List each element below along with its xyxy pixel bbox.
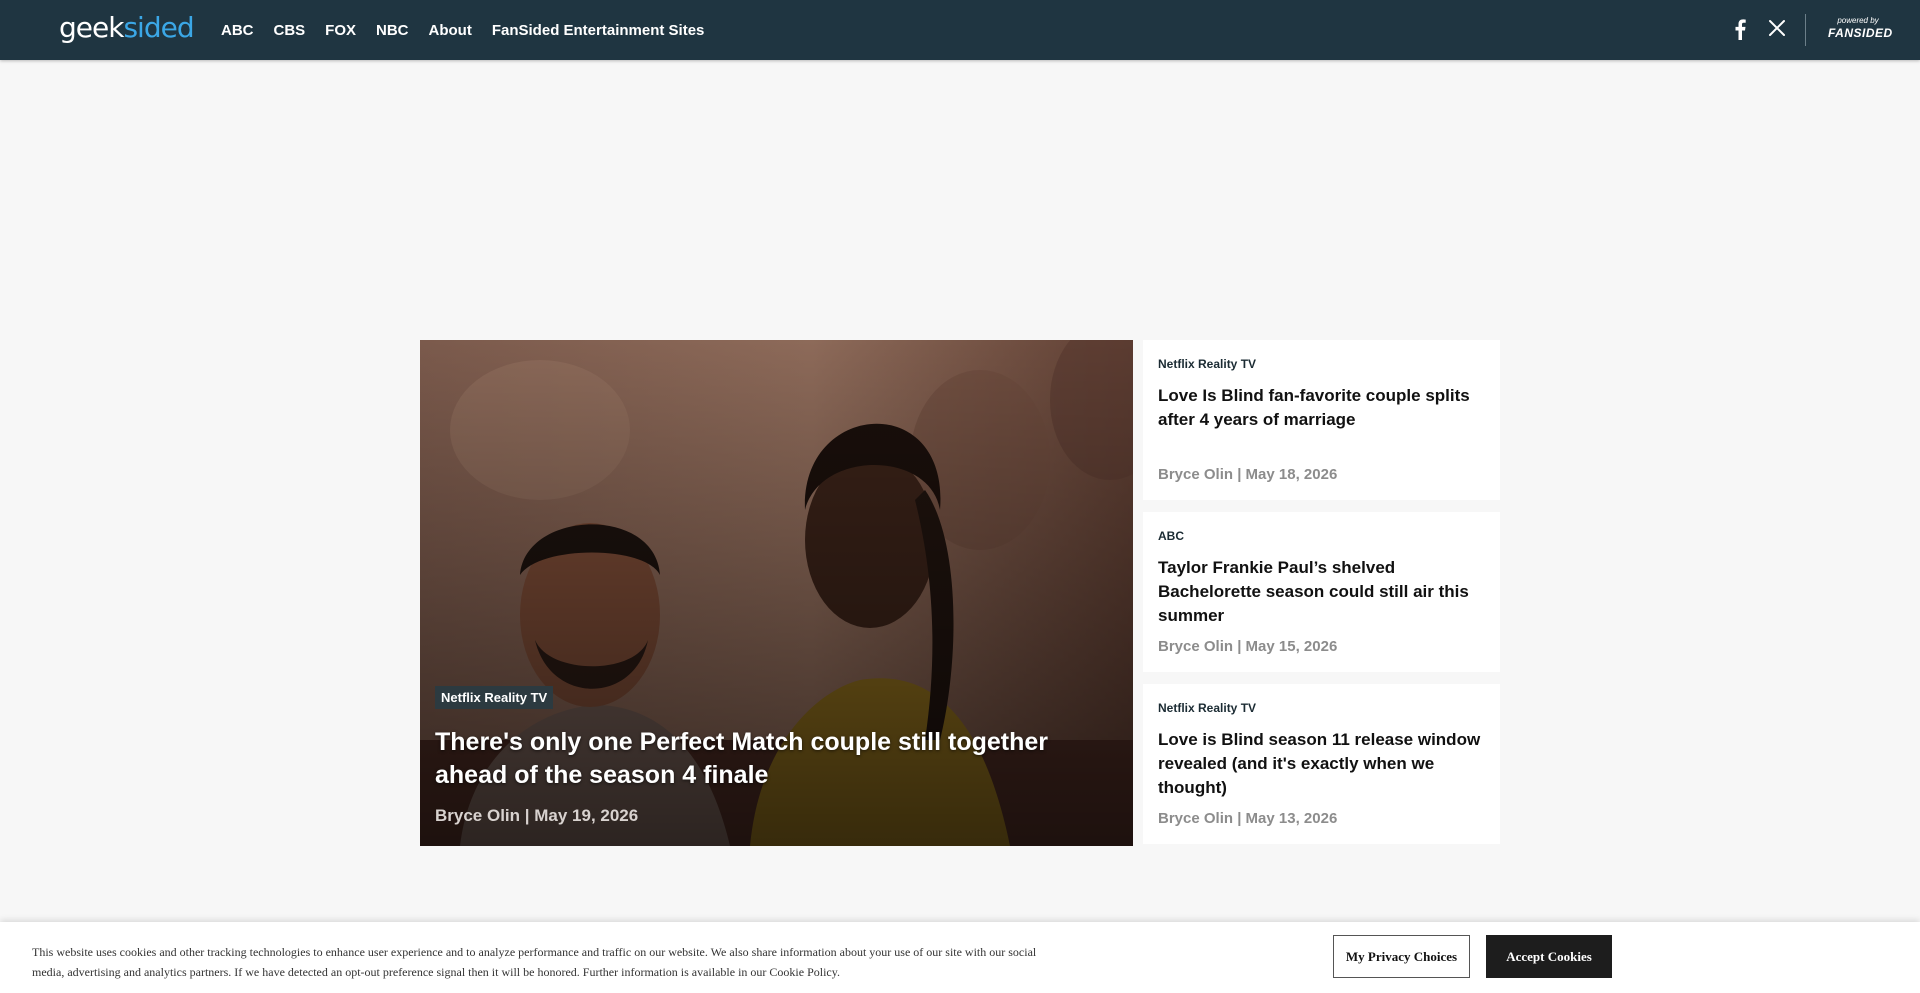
hero-byline: Bryce Olin | May 19, 2026: [435, 806, 639, 825]
card-category[interactable]: Netflix Reality TV: [1158, 701, 1256, 715]
card-byline: Bryce Olin | May 15, 2026: [1158, 638, 1338, 655]
logo-text-sided: sided: [123, 11, 194, 44]
article-card[interactable]: ABC Taylor Frankie Paul’s shelved Bachel…: [1143, 512, 1500, 672]
article-card[interactable]: Netflix Reality TV Love Is Blind fan-fav…: [1143, 340, 1500, 500]
nav-fox[interactable]: FOX: [325, 22, 356, 39]
card-title[interactable]: Taylor Frankie Paul’s shelved Bacheloret…: [1158, 556, 1488, 628]
main-nav: ABC CBS FOX NBC About FanSided Entertain…: [221, 0, 724, 60]
hero-category-badge[interactable]: Netflix Reality TV: [435, 686, 554, 709]
facebook-icon[interactable]: [1733, 18, 1747, 40]
x-icon[interactable]: [1768, 19, 1786, 37]
cookie-banner: This website uses cookies and other trac…: [0, 922, 1920, 993]
nav-cbs[interactable]: CBS: [274, 22, 306, 39]
card-title[interactable]: Love is Blind season 11 release window r…: [1158, 728, 1488, 800]
powered-by-fansided[interactable]: powered by FANSIDED: [1828, 16, 1893, 40]
fansided-wordmark: FANSIDED: [1828, 26, 1893, 40]
site-logo[interactable]: geek sided: [59, 11, 195, 47]
site-header: geek sided ABC CBS FOX NBC About FanSided…: [0, 0, 1920, 60]
hero-title[interactable]: There's only one Perfect Match couple st…: [435, 726, 1115, 792]
card-title[interactable]: Love Is Blind fan-favorite couple splits…: [1158, 384, 1488, 432]
privacy-choices-button[interactable]: My Privacy Choices: [1333, 935, 1470, 978]
hero-article[interactable]: Netflix Reality TV There's only one Perf…: [420, 340, 1133, 846]
accept-cookies-button[interactable]: Accept Cookies: [1486, 935, 1612, 978]
powered-by-label: powered by: [1837, 16, 1879, 25]
card-category[interactable]: Netflix Reality TV: [1158, 357, 1256, 371]
nav-fansided-entertainment-sites[interactable]: FanSided Entertainment Sites: [492, 22, 705, 39]
header-divider: [1805, 14, 1806, 46]
logo-text-geek: geek: [59, 11, 124, 44]
card-byline: Bryce Olin | May 18, 2026: [1158, 466, 1338, 483]
card-category[interactable]: ABC: [1158, 529, 1184, 543]
cookie-notice-text: This website uses cookies and other trac…: [32, 945, 1037, 979]
card-byline: Bryce Olin | May 13, 2026: [1158, 810, 1338, 827]
nav-about[interactable]: About: [429, 22, 472, 39]
nav-nbc[interactable]: NBC: [376, 22, 409, 39]
nav-abc[interactable]: ABC: [221, 22, 254, 39]
article-card[interactable]: Netflix Reality TV Love is Blind season …: [1143, 684, 1500, 844]
